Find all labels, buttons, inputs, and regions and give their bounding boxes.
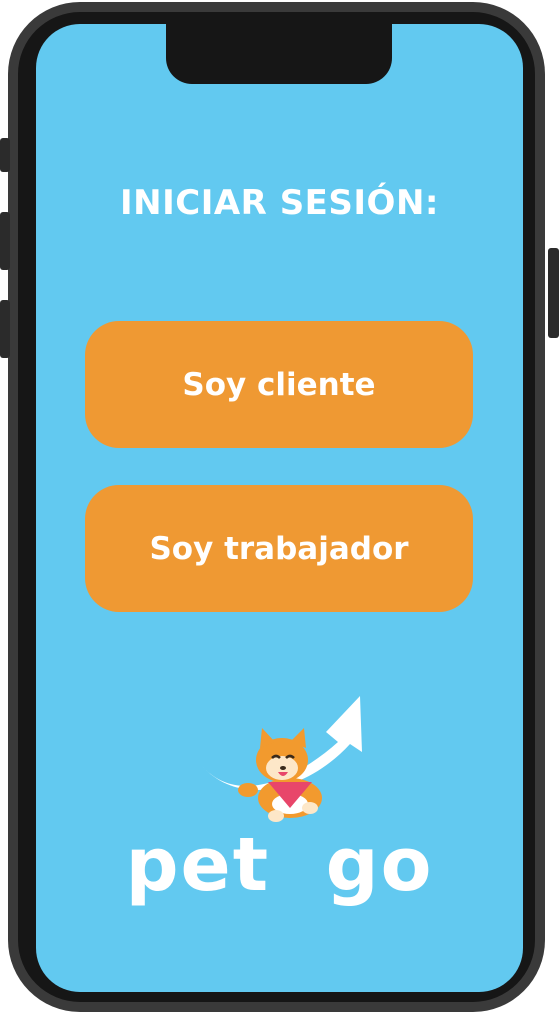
dog-paw-front bbox=[302, 802, 318, 814]
page-title: INICIAR SESIÓN: bbox=[120, 183, 439, 223]
worker-login-button[interactable]: Soy trabajador bbox=[85, 485, 473, 612]
side-button-volume-down bbox=[0, 300, 10, 358]
side-button-power bbox=[548, 248, 559, 338]
dog-paw-back bbox=[268, 810, 284, 822]
brand-logo-text: pet go bbox=[125, 822, 434, 908]
client-login-button[interactable]: Soy cliente bbox=[85, 321, 473, 448]
dog-tail bbox=[238, 783, 258, 797]
side-button-mute bbox=[0, 138, 10, 172]
phone-notch bbox=[166, 24, 392, 84]
